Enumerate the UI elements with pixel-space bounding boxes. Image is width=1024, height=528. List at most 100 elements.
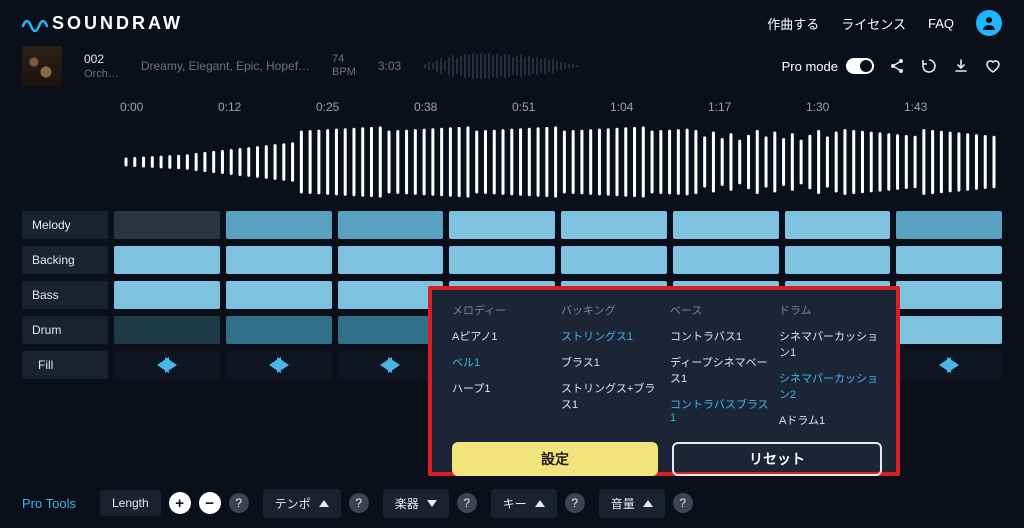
grid-cell[interactable] bbox=[226, 316, 332, 344]
popup-item[interactable]: シネマパーカッション2 bbox=[779, 370, 882, 402]
nav-compose[interactable]: 作曲する bbox=[767, 14, 819, 33]
grid-cell[interactable] bbox=[673, 211, 779, 239]
popup-item[interactable]: ストリングス+ブラス1 bbox=[561, 380, 664, 412]
grid-cell[interactable] bbox=[896, 316, 1002, 344]
pro-mode-label: Pro mode bbox=[782, 59, 838, 74]
length-minus-button[interactable]: − bbox=[199, 492, 221, 514]
reset-button[interactable]: リセット bbox=[672, 442, 882, 476]
tempo-label: テンポ bbox=[275, 495, 311, 512]
help-icon[interactable]: ? bbox=[229, 493, 249, 513]
ruler-tick: 0:51 bbox=[512, 100, 610, 114]
popup-head: メロディー bbox=[452, 302, 555, 318]
length-plus-button[interactable]: + bbox=[169, 492, 191, 514]
refresh-icon[interactable] bbox=[920, 57, 938, 75]
grid-cell[interactable] bbox=[114, 316, 220, 344]
volume-label: 音量 bbox=[611, 495, 635, 512]
grid-cell[interactable] bbox=[449, 211, 555, 239]
length-control: Length + − ? bbox=[100, 490, 249, 516]
grid-cell[interactable] bbox=[114, 211, 220, 239]
pro-mode-toggle[interactable]: Pro mode bbox=[782, 58, 874, 74]
row-label-backing: Backing bbox=[22, 246, 108, 274]
logo-mark-icon bbox=[22, 12, 52, 34]
track-title: 002 bbox=[84, 52, 119, 66]
grid-cell[interactable] bbox=[896, 211, 1002, 239]
volume-control[interactable]: 音量 ? bbox=[599, 489, 693, 518]
grid-cell[interactable] bbox=[338, 246, 444, 274]
length-label: Length bbox=[100, 490, 161, 516]
grid-cell[interactable] bbox=[561, 246, 667, 274]
grid-cell[interactable] bbox=[226, 211, 332, 239]
instrument-control[interactable]: 楽器 ? bbox=[383, 489, 477, 518]
fill-cell[interactable] bbox=[226, 351, 332, 379]
popup-item[interactable]: ベル1 bbox=[452, 354, 555, 370]
logo[interactable]: SOUNDRAW bbox=[22, 12, 183, 34]
track-thumbnail[interactable] bbox=[22, 46, 62, 86]
popup-item[interactable]: ストリングス1 bbox=[561, 328, 664, 344]
chevron-up-icon bbox=[535, 500, 545, 507]
triangle-right-icon bbox=[388, 357, 400, 373]
key-control[interactable]: キー ? bbox=[491, 489, 585, 518]
popup-item[interactable]: Aピアノ1 bbox=[452, 328, 555, 344]
user-icon bbox=[981, 15, 997, 31]
triangle-right-icon bbox=[947, 357, 959, 373]
popup-item[interactable]: ハープ1 bbox=[452, 380, 555, 396]
popup-item[interactable]: ディープシネマベース1 bbox=[670, 354, 773, 386]
popup-item[interactable]: ブラス1 bbox=[561, 354, 664, 370]
help-icon[interactable]: ? bbox=[565, 493, 585, 513]
grid-cell[interactable] bbox=[226, 281, 332, 309]
grid-cell[interactable] bbox=[785, 246, 891, 274]
instrument-label: 楽器 bbox=[395, 495, 419, 512]
popup-col-drum: ドラム シネマパーカッション1 シネマパーカッション2 Aドラム1 bbox=[779, 302, 882, 428]
grid-cell[interactable] bbox=[114, 281, 220, 309]
nav-license[interactable]: ライセンス bbox=[841, 14, 906, 33]
nav-faq[interactable]: FAQ bbox=[928, 16, 954, 31]
grid-cell[interactable] bbox=[226, 246, 332, 274]
popup-item[interactable]: Aドラム1 bbox=[779, 412, 882, 428]
apply-button[interactable]: 設定 bbox=[452, 442, 658, 476]
grid-cell[interactable] bbox=[114, 246, 220, 274]
popup-col-bass: ベース コントラバス1 ディープシネマベース1 コントラバスブラス1 bbox=[670, 302, 773, 428]
grid-cell[interactable] bbox=[896, 281, 1002, 309]
grid-cell[interactable] bbox=[449, 246, 555, 274]
row-label-bass: Bass bbox=[22, 281, 108, 309]
header: SOUNDRAW 作曲する ライセンス FAQ bbox=[0, 0, 1024, 42]
bpm-value: 74 bbox=[332, 53, 356, 66]
help-icon[interactable]: ? bbox=[673, 493, 693, 513]
share-icon[interactable] bbox=[888, 57, 906, 75]
popup-col-backing: バッキング ストリングス1 ブラス1 ストリングス+ブラス1 bbox=[561, 302, 664, 428]
fill-cell[interactable] bbox=[896, 351, 1002, 379]
download-icon[interactable] bbox=[952, 57, 970, 75]
grid-row-melody: Melody bbox=[22, 210, 1002, 240]
track-names: 002 Orch… bbox=[84, 52, 119, 80]
avatar[interactable] bbox=[976, 10, 1002, 36]
main-waveform[interactable] bbox=[0, 114, 1024, 210]
logo-text: SOUNDRAW bbox=[52, 13, 183, 34]
help-icon[interactable]: ? bbox=[349, 493, 369, 513]
bpm-label: BPM bbox=[332, 66, 356, 79]
popup-item[interactable]: シネマパーカッション1 bbox=[779, 328, 882, 360]
ruler-tick: 1:04 bbox=[610, 100, 708, 114]
grid-cell[interactable] bbox=[673, 246, 779, 274]
popup-item[interactable]: コントラバス1 bbox=[670, 328, 773, 344]
triangle-right-icon bbox=[277, 357, 289, 373]
ruler-tick: 1:43 bbox=[904, 100, 1002, 114]
heart-icon[interactable] bbox=[984, 57, 1002, 75]
grid-cell[interactable] bbox=[785, 211, 891, 239]
fill-cell[interactable] bbox=[114, 351, 220, 379]
popup-head: ドラム bbox=[779, 302, 882, 318]
mini-waveform[interactable] bbox=[423, 51, 583, 81]
instrument-popup: メロディー Aピアノ1 ベル1 ハープ1 バッキング ストリングス1 ブラス1 … bbox=[428, 286, 900, 476]
grid-cell[interactable] bbox=[561, 211, 667, 239]
help-icon[interactable]: ? bbox=[457, 493, 477, 513]
ruler-tick: 1:30 bbox=[806, 100, 904, 114]
popup-item[interactable]: コントラバスブラス1 bbox=[670, 396, 773, 424]
key-label: キー bbox=[503, 495, 527, 512]
tempo-control[interactable]: テンポ ? bbox=[263, 489, 369, 518]
track-tags: Dreamy, Elegant, Epic, Hopef… bbox=[141, 59, 310, 73]
triangle-right-icon bbox=[165, 357, 177, 373]
chevron-up-icon bbox=[643, 500, 653, 507]
grid-cell[interactable] bbox=[896, 246, 1002, 274]
track-bar: 002 Orch… Dreamy, Elegant, Epic, Hopef… … bbox=[0, 42, 1024, 90]
grid-cell[interactable] bbox=[338, 211, 444, 239]
chevron-down-icon bbox=[427, 500, 437, 507]
